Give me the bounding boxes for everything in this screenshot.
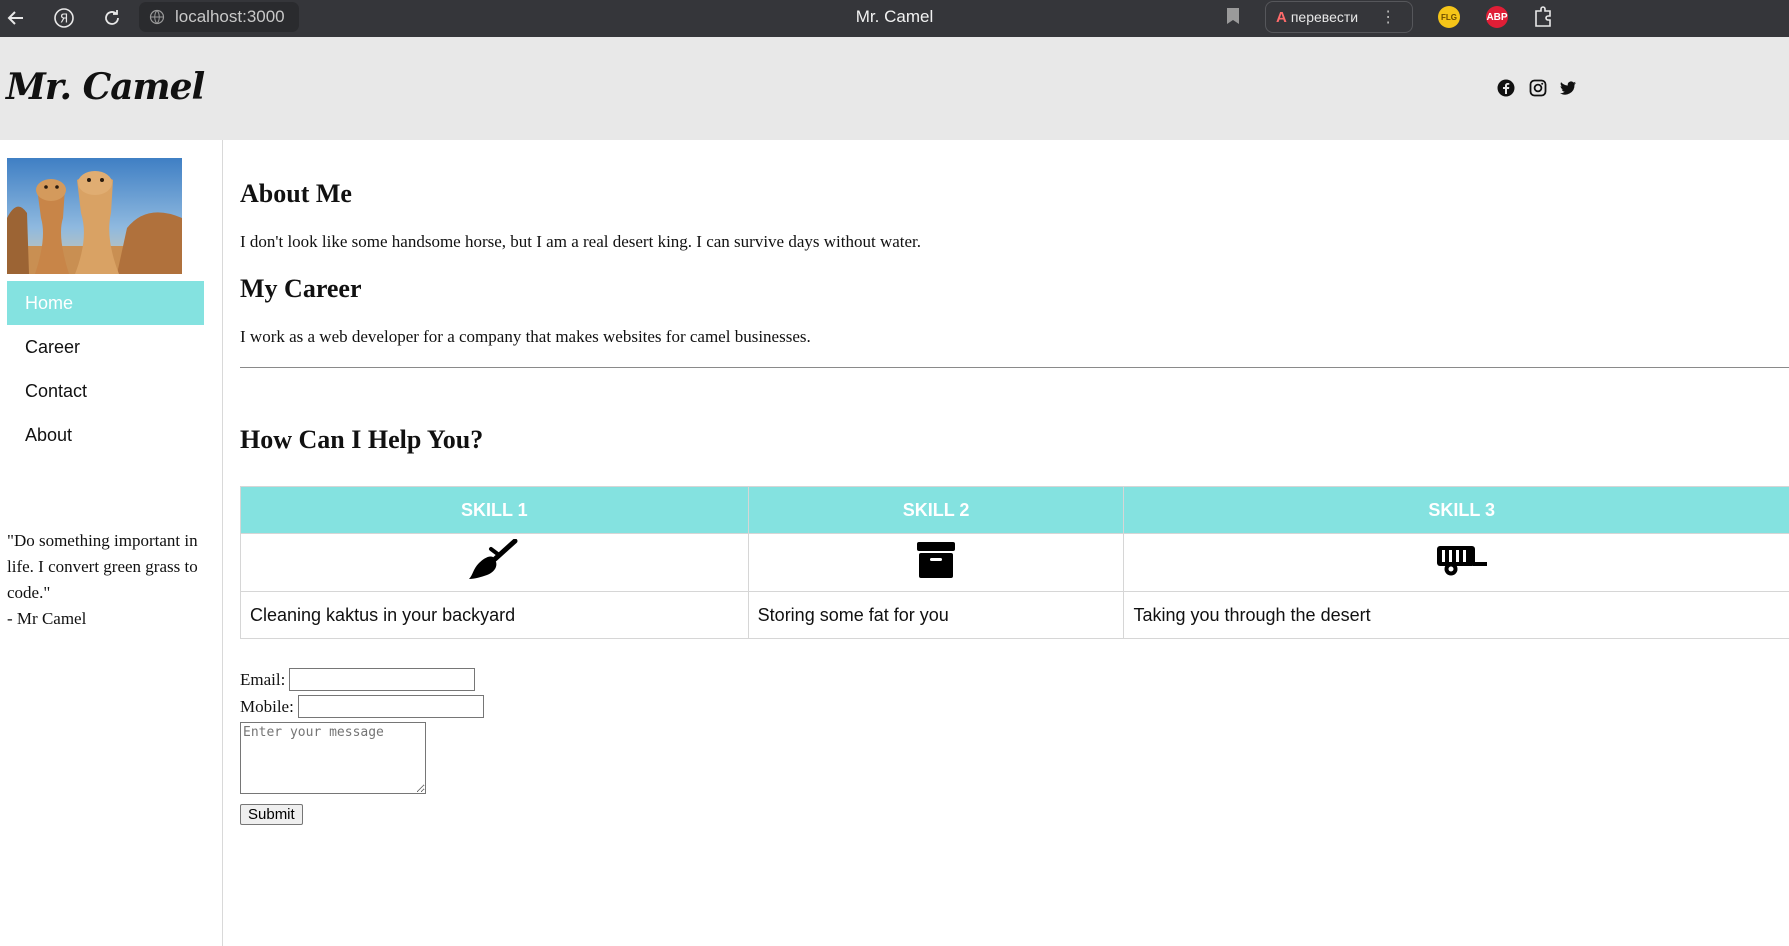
globe-icon [149, 9, 165, 25]
reload-icon [105, 10, 119, 25]
bookmark-icon [1227, 8, 1239, 24]
facebook-icon [1497, 79, 1515, 97]
nav-item-home[interactable]: Home [7, 281, 204, 325]
skill-description: Cleaning kaktus in your backyard [240, 591, 749, 639]
address-bar[interactable]: localhost:3000 [139, 2, 299, 32]
facebook-link[interactable] [1497, 79, 1515, 102]
extensions-button[interactable] [1534, 6, 1554, 33]
sidebar-nav: Home Career Contact About [7, 281, 204, 457]
about-text: I don't look like some handsome horse, b… [240, 232, 922, 251]
career-title: My Career [240, 274, 362, 303]
skill-header: SKILL 2 [747, 486, 1125, 534]
yandex-icon: Я [54, 8, 74, 28]
sidebar: Home Career Contact About "Do something … [0, 140, 223, 946]
skill-description: Storing some fat for you [747, 591, 1125, 639]
browser-toolbar: Я localhost:3000 Mr. Camel A перевести ⋮… [0, 0, 1789, 37]
skill-icon-cell [240, 533, 749, 592]
message-textarea[interactable] [240, 722, 426, 794]
section-divider [240, 367, 1789, 368]
skills-description-row: Cleaning kaktus in your backyard Storing… [240, 591, 1789, 639]
site-header: Mr. Camel [0, 37, 1789, 140]
mobile-label: Mobile: [240, 696, 294, 716]
skills-table: SKILL 1 SKILL 2 SKILL 3 Cleaning kaktus … [240, 486, 1789, 639]
email-label: Email: [240, 669, 286, 689]
skill-header: SKILL 3 [1123, 486, 1789, 534]
career-text: I work as a web developer for a company … [240, 327, 811, 346]
bookmark-button[interactable] [1226, 7, 1240, 30]
skill-description: Taking you through the desert [1123, 591, 1789, 639]
contact-form: Email: Mobile: Submit [240, 666, 484, 825]
broom-icon [469, 538, 518, 579]
skill-header: SKILL 1 [240, 486, 749, 534]
more-vertical-icon[interactable]: ⋮ [1380, 7, 1396, 27]
skill-icon-cell [1123, 533, 1789, 592]
submit-button[interactable]: Submit [240, 804, 303, 825]
site-logo[interactable]: Mr. Camel [6, 66, 205, 108]
skills-header-row: SKILL 1 SKILL 2 SKILL 3 [240, 486, 1789, 534]
twitter-link[interactable] [1559, 79, 1577, 102]
quote-author: - Mr Camel [7, 609, 87, 628]
nav-item-about[interactable]: About [7, 413, 204, 457]
quote-text: "Do something important in life. I conve… [7, 531, 198, 602]
instagram-link[interactable] [1529, 79, 1547, 102]
translate-button[interactable]: A перевести ⋮ [1265, 1, 1413, 33]
instagram-icon [1529, 79, 1547, 97]
translate-label: перевести [1290, 9, 1359, 25]
nav-item-career[interactable]: Career [7, 325, 204, 369]
mobile-field[interactable] [297, 695, 484, 718]
flg-extension-icon[interactable]: FLG [1438, 6, 1460, 28]
yandex-button[interactable]: Я [51, 5, 77, 31]
skills-icon-row [240, 533, 1789, 592]
reload-button[interactable] [99, 5, 125, 31]
adblock-extension-icon[interactable]: ABP [1486, 6, 1508, 28]
skill-icon-cell [747, 533, 1125, 592]
camel-photo [7, 158, 182, 274]
back-arrow-icon [7, 11, 23, 25]
archive-box-icon [917, 542, 956, 578]
about-title: About Me [240, 179, 352, 208]
trailer-icon [1436, 546, 1487, 576]
url-text: localhost:3000 [175, 7, 285, 26]
email-field[interactable] [289, 668, 476, 691]
sidebar-quote: "Do something important in life. I conve… [7, 528, 212, 632]
nav-item-contact[interactable]: Contact [7, 369, 204, 413]
twitter-icon [1560, 81, 1576, 95]
translate-icon: A [1276, 8, 1287, 26]
back-button[interactable] [3, 5, 29, 31]
svg-text:Я: Я [60, 12, 68, 26]
help-title: How Can I Help You? [240, 425, 484, 454]
puzzle-icon [1535, 6, 1551, 27]
